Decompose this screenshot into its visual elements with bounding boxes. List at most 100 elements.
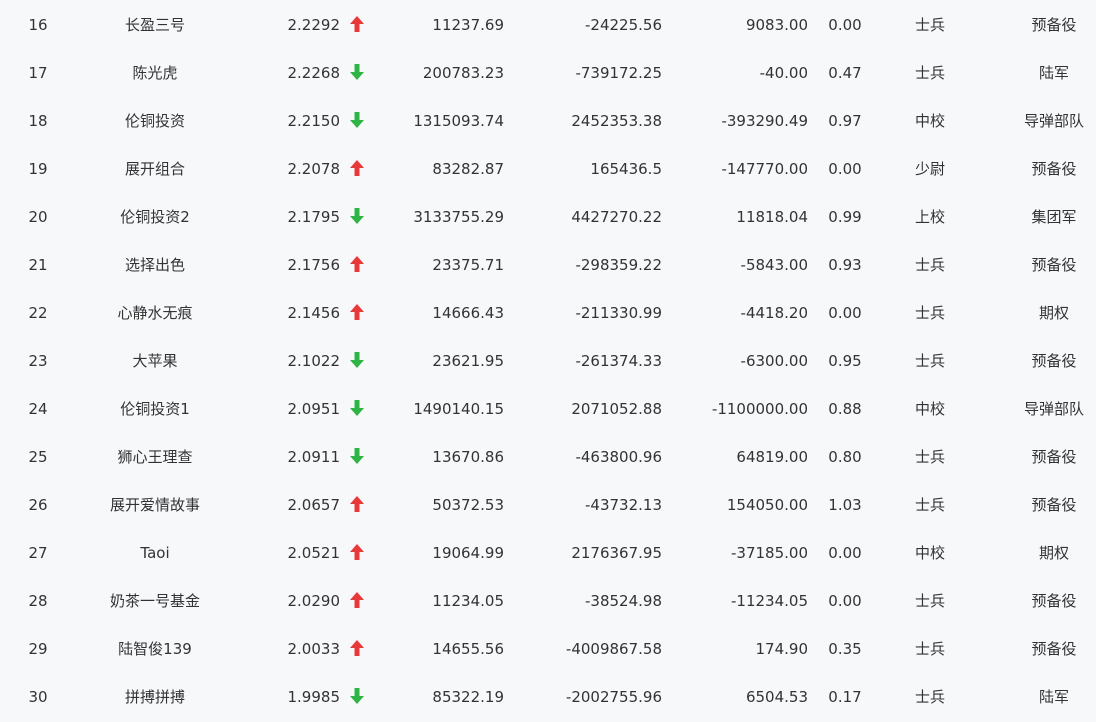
- value2-cell: -261374.33: [575, 352, 662, 370]
- grade-cell: 上校: [914, 208, 945, 226]
- grade-cell: 士兵: [914, 592, 945, 610]
- army-cell: 预备役: [1031, 496, 1077, 514]
- value2-cell: -298359.22: [575, 256, 662, 274]
- value1-cell: 85322.19: [432, 688, 504, 706]
- table-row: 29 陆智俊139 2.0033 14655.56 -4009867.58 174.90 0…: [0, 625, 1096, 673]
- value3-cell: -37185.00: [731, 544, 808, 562]
- ratio-cell: 0.00: [828, 16, 862, 34]
- ratio-cell: 0.00: [828, 592, 862, 610]
- army-cell: 期权: [1038, 544, 1069, 562]
- table-row: 16 长盈三号 2.2292 11237.69 -24225.56 9083.00 0.00…: [0, 1, 1096, 49]
- name-cell: 奶茶一号基金: [109, 592, 200, 610]
- table-row: 19 展开组合 2.2078 83282.87 165436.5 -147770.00 0.…: [0, 145, 1096, 193]
- value1-cell: 14655.56: [432, 640, 504, 658]
- nav-cell: 2.1022: [287, 352, 341, 370]
- ratio-cell: 0.00: [828, 160, 862, 178]
- nav-cell: 2.0290: [287, 592, 341, 610]
- nav-cell: 2.0521: [287, 544, 341, 562]
- value3-cell: 64819.00: [736, 448, 808, 466]
- army-cell: 预备役: [1031, 352, 1077, 370]
- value3-cell: -6300.00: [740, 352, 808, 370]
- value2-cell: 2071052.88: [571, 400, 662, 418]
- value2-cell: 2452353.38: [571, 112, 662, 130]
- nav-cell: 2.0657: [287, 496, 341, 514]
- army-cell: 预备役: [1031, 160, 1077, 178]
- value3-cell: 174.90: [755, 640, 809, 658]
- ratio-cell: 0.88: [828, 400, 862, 418]
- name-cell: 心静水无痕: [117, 304, 193, 322]
- nav-cell: 2.1756: [287, 256, 341, 274]
- army-cell: 预备役: [1031, 592, 1077, 610]
- name-cell: Taoi: [140, 544, 170, 562]
- arrow-up-icon: [347, 481, 367, 529]
- army-cell: 预备役: [1031, 256, 1077, 274]
- nav-cell: 2.2268: [287, 64, 341, 82]
- nav-cell: 2.0033: [287, 640, 341, 658]
- nav-cell: 1.9985: [287, 688, 341, 706]
- name-cell: 选择出色: [124, 256, 185, 274]
- ratio-cell: 0.00: [828, 544, 862, 562]
- army-cell: 集团军: [1031, 208, 1077, 226]
- table-row: 24 伦铜投资1 2.0951 1490140.15 2071052.88 -110000…: [0, 385, 1096, 433]
- value3-cell: -1100000.00: [711, 400, 808, 418]
- table-row: 18 伦铜投资 2.2150 1315093.74 2452353.38 -393290.…: [0, 97, 1096, 145]
- arrow-down-icon: [347, 97, 367, 145]
- ranking-table: 16 长盈三号 2.2292 11237.69 -24225.56 9083.00 0.00…: [0, 0, 1096, 722]
- value1-cell: 1315093.74: [413, 112, 504, 130]
- value1-cell: 200783.23: [422, 64, 504, 82]
- grade-cell: 士兵: [914, 64, 945, 82]
- table-row: 27 Taoi 2.0521 19064.99 2176367.95 -37185.00 0…: [0, 529, 1096, 577]
- value3-cell: -5843.00: [740, 256, 808, 274]
- ratio-cell: 0.93: [828, 256, 862, 274]
- arrow-up-icon: [347, 1, 367, 49]
- nav-cell: 2.2078: [287, 160, 341, 178]
- value1-cell: 23375.71: [432, 256, 504, 274]
- arrow-up-icon: [347, 529, 367, 577]
- grade-cell: 士兵: [914, 304, 945, 322]
- name-cell: 伦铜投资: [124, 112, 185, 130]
- table-row: 21 选择出色 2.1756 23375.71 -298359.22 -5843.00 0.…: [0, 241, 1096, 289]
- ratio-cell: 0.35: [828, 640, 862, 658]
- value3-cell: 9083.00: [745, 16, 808, 34]
- army-cell: 陆军: [1038, 64, 1069, 82]
- value2-cell: -4009867.58: [565, 640, 662, 658]
- value1-cell: 11234.05: [432, 592, 504, 610]
- value2-cell: 2176367.95: [571, 544, 662, 562]
- value2-cell: 165436.5: [590, 160, 662, 178]
- grade-cell: 少尉: [914, 160, 945, 178]
- grade-cell: 士兵: [914, 16, 945, 34]
- grade-cell: 士兵: [914, 448, 945, 466]
- value1-cell: 3133755.29: [413, 208, 504, 226]
- arrow-down-icon: [347, 49, 367, 97]
- army-cell: 预备役: [1031, 16, 1077, 34]
- grade-cell: 中校: [914, 400, 945, 418]
- ratio-cell: 0.97: [828, 112, 862, 130]
- value3-cell: 11818.04: [736, 208, 808, 226]
- army-cell: 陆军: [1038, 688, 1069, 706]
- value2-cell: -739172.25: [575, 64, 662, 82]
- arrow-up-icon: [347, 241, 367, 289]
- table-row: 22 心静水无痕 2.1456 14666.43 -211330.99 -4418.20 0…: [0, 289, 1096, 337]
- table-row: 25 狮心王理查 2.0911 13670.86 -463800.96 64819.00 0…: [0, 433, 1096, 481]
- arrow-up-icon: [347, 625, 367, 673]
- arrow-down-icon: [347, 385, 367, 433]
- nav-cell: 2.0951: [287, 400, 341, 418]
- name-cell: 伦铜投资2: [120, 208, 190, 226]
- value2-cell: 4427270.22: [571, 208, 662, 226]
- table-row: 28 奶茶一号基金 2.0290 11234.05 -38524.98 -11234.05…: [0, 577, 1096, 625]
- arrow-up-icon: [347, 289, 367, 337]
- value1-cell: 23621.95: [432, 352, 504, 370]
- value3-cell: -4418.20: [740, 304, 808, 322]
- name-cell: 陈光虎: [132, 64, 178, 82]
- name-cell: 长盈三号: [124, 16, 185, 34]
- name-cell: 陆智俊139: [118, 640, 192, 658]
- nav-cell: 2.0911: [287, 448, 341, 466]
- grade-cell: 中校: [914, 112, 945, 130]
- ratio-cell: 0.99: [828, 208, 862, 226]
- value1-cell: 19064.99: [432, 544, 504, 562]
- value3-cell: -393290.49: [721, 112, 808, 130]
- value2-cell: -24225.56: [585, 16, 662, 34]
- value1-cell: 50372.53: [432, 496, 504, 514]
- value3-cell: 154050.00: [726, 496, 808, 514]
- arrow-down-icon: [347, 673, 367, 721]
